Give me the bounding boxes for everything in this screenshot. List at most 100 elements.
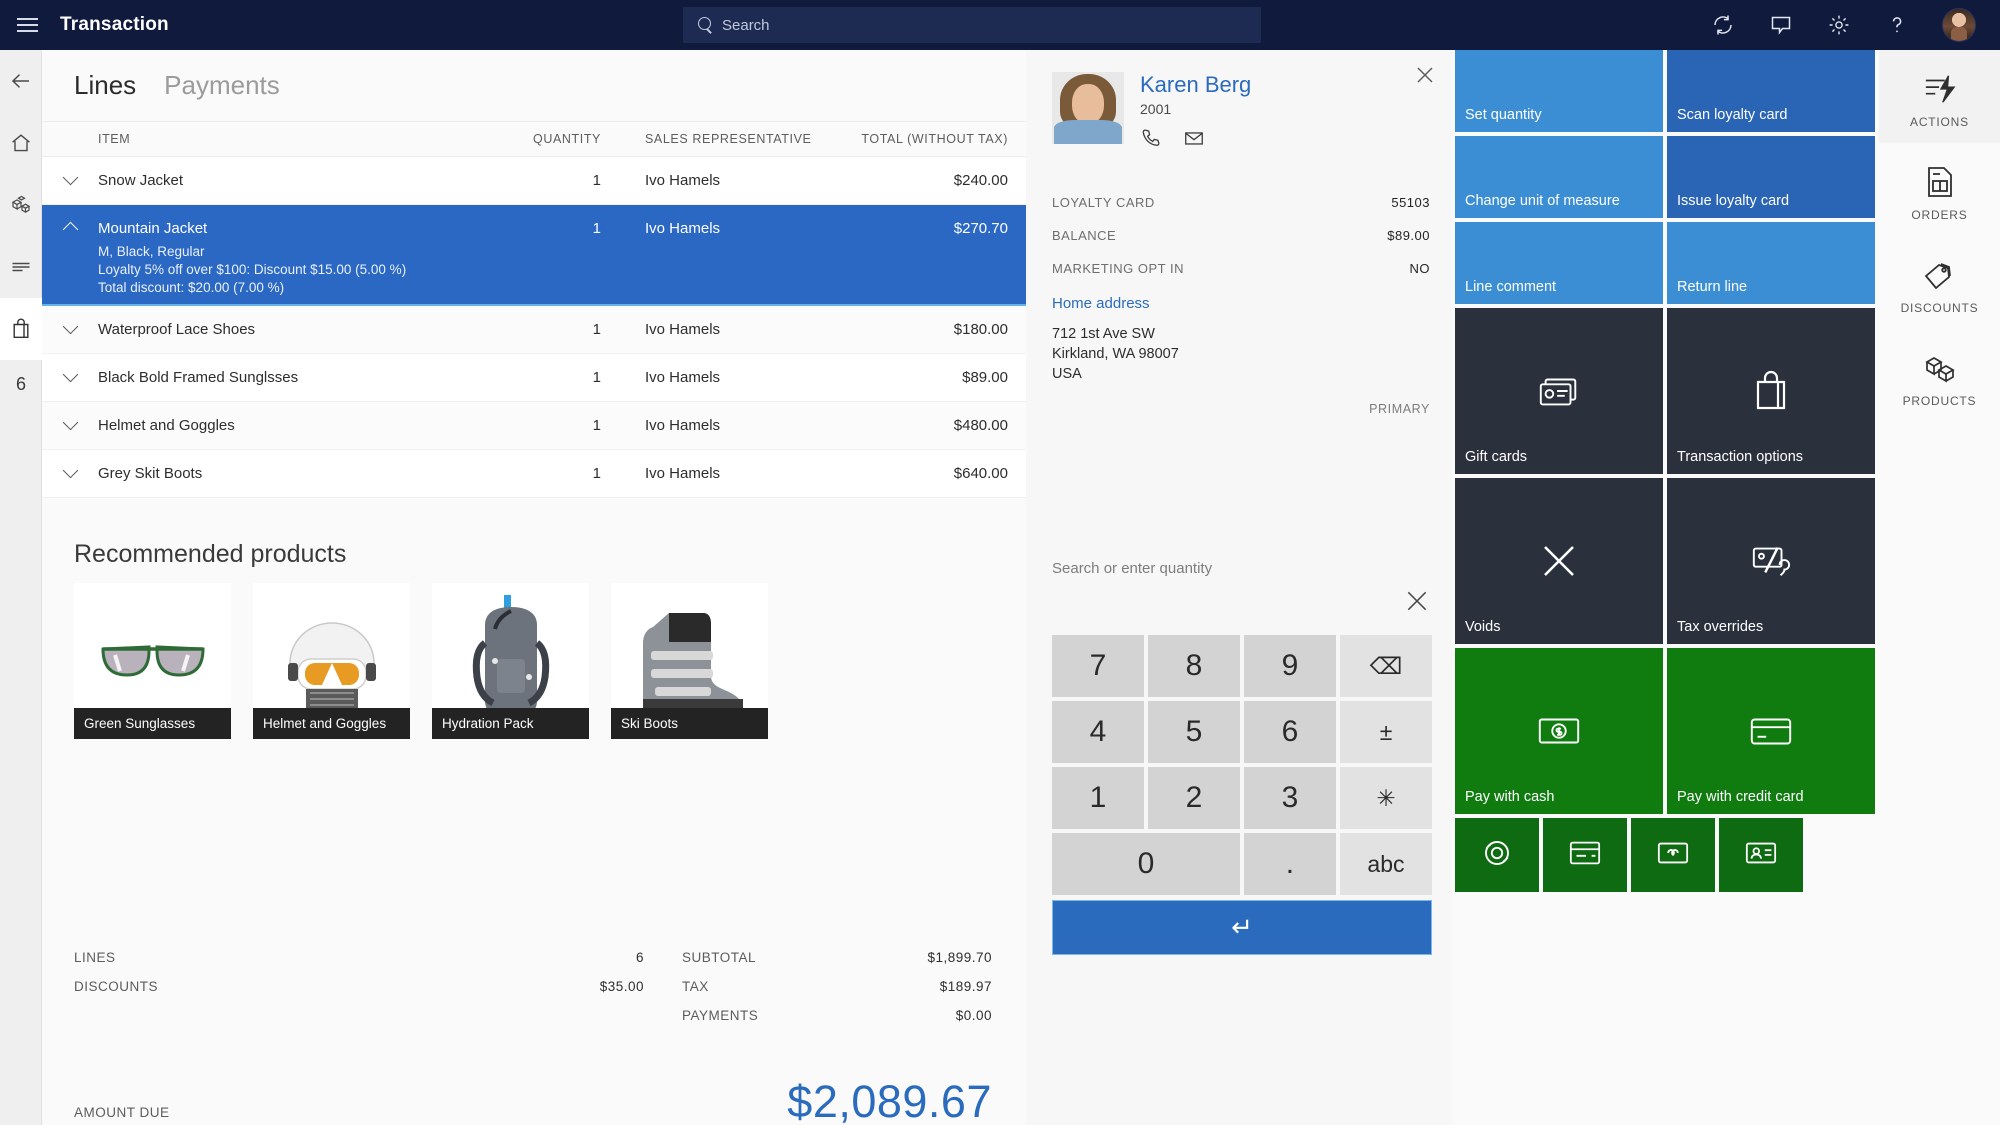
balance-row: BALANCE $89.00 bbox=[1026, 219, 1452, 252]
avatar[interactable] bbox=[1942, 8, 1976, 42]
rail-label: DISCOUNTS bbox=[1900, 301, 1979, 315]
asterisk-key[interactable]: ✳ bbox=[1340, 767, 1432, 829]
tile-transaction-options[interactable]: Transaction options bbox=[1667, 308, 1875, 474]
tile-issue-loyalty-card[interactable]: Issue loyalty card bbox=[1667, 136, 1875, 218]
cart-icon[interactable] bbox=[0, 298, 42, 360]
tile-set-quantity[interactable]: Set quantity bbox=[1455, 50, 1663, 132]
table-row[interactable]: Mountain Jacket M, Black, Regular Loyalt… bbox=[42, 205, 1026, 306]
expand-chevron-icon[interactable] bbox=[42, 402, 98, 431]
backspace-icon[interactable]: ⌫ bbox=[1340, 635, 1432, 697]
table-row[interactable]: Snow Jacket 1 Ivo Hamels $240.00 bbox=[42, 157, 1026, 205]
address-line-2: Kirkland, WA 98007 bbox=[1052, 346, 1179, 362]
table-row[interactable]: Helmet and Goggles 1 Ivo Hamels $480.00 bbox=[42, 402, 1026, 450]
key-6[interactable]: 6 bbox=[1244, 701, 1336, 763]
tab-payments[interactable]: Payments bbox=[164, 70, 280, 105]
discount-tag-icon bbox=[1879, 254, 2000, 296]
expand-chevron-icon[interactable] bbox=[42, 306, 98, 335]
plus-minus-key[interactable]: ± bbox=[1340, 701, 1432, 763]
key-9[interactable]: 9 bbox=[1244, 635, 1336, 697]
amount-due-row: AMOUNT DUE $2,089.67 bbox=[74, 1076, 992, 1125]
tile-line-comment[interactable]: Line comment bbox=[1455, 222, 1663, 304]
gear-icon[interactable] bbox=[1826, 12, 1852, 38]
payments-value: $0.00 bbox=[955, 1008, 992, 1023]
products-icon[interactable] bbox=[0, 174, 42, 236]
tile-return-line[interactable]: Return line bbox=[1667, 222, 1875, 304]
tile-coins[interactable] bbox=[1455, 818, 1539, 892]
key-7[interactable]: 7 bbox=[1052, 635, 1144, 697]
abc-key[interactable]: abc bbox=[1339, 833, 1432, 895]
key-0[interactable]: 0 bbox=[1052, 833, 1240, 895]
rail-item-products[interactable]: PRODUCTS bbox=[1879, 329, 2000, 422]
quantity-prompt: Search or enter quantity bbox=[1052, 560, 1213, 577]
payment-mini-tiles bbox=[1455, 818, 1875, 892]
home-address-link[interactable]: Home address bbox=[1026, 285, 1452, 312]
tile-gift-cards[interactable]: Gift cards bbox=[1455, 308, 1663, 474]
expand-chevron-icon[interactable] bbox=[42, 354, 98, 383]
address-primary-tag: PRIMARY bbox=[1369, 402, 1430, 416]
sync-icon[interactable] bbox=[1710, 12, 1736, 38]
tile-label: Line comment bbox=[1465, 279, 1557, 295]
key-8[interactable]: 8 bbox=[1148, 635, 1240, 697]
tile-pay-with-credit-card[interactable]: Pay with credit card bbox=[1667, 648, 1875, 814]
rail-item-orders[interactable]: ORDERS bbox=[1879, 143, 2000, 236]
marketing-value: NO bbox=[1409, 261, 1430, 276]
tile-gift-card-small[interactable] bbox=[1631, 818, 1715, 892]
hamburger-icon[interactable] bbox=[0, 18, 54, 32]
tile-label: Transaction options bbox=[1677, 449, 1804, 465]
envelope-icon[interactable] bbox=[1182, 127, 1206, 154]
home-icon[interactable] bbox=[0, 112, 42, 174]
line-detail-loyalty-discount: Loyalty 5% off over $100: Discount $15.0… bbox=[98, 262, 407, 277]
list-item[interactable]: Hydration Pack bbox=[432, 583, 589, 739]
tile-voids[interactable]: Voids bbox=[1455, 478, 1663, 644]
tile-check[interactable] bbox=[1543, 818, 1627, 892]
tile-scan-loyalty-card[interactable]: Scan loyalty card bbox=[1667, 50, 1875, 132]
lines-table-body: Snow Jacket 1 Ivo Hamels $240.00 Mountai… bbox=[42, 157, 1026, 498]
tile-pay-with-cash[interactable]: Pay with cash bbox=[1455, 648, 1663, 814]
balance-label: BALANCE bbox=[1052, 228, 1117, 243]
tab-lines[interactable]: Lines bbox=[74, 70, 136, 105]
list-item[interactable]: Helmet and Goggles bbox=[253, 583, 410, 739]
marketing-opt-in-row: MARKETING OPT IN NO bbox=[1026, 252, 1452, 285]
rail-label: ORDERS bbox=[1911, 208, 1968, 222]
line-quantity: 1 bbox=[592, 369, 601, 386]
tile-id-card[interactable] bbox=[1719, 818, 1803, 892]
table-row[interactable]: Grey Skit Boots 1 Ivo Hamels $640.00 bbox=[42, 450, 1026, 498]
table-row[interactable]: Waterproof Lace Shoes 1 Ivo Hamels $180.… bbox=[42, 306, 1026, 354]
phone-icon[interactable] bbox=[1140, 127, 1162, 154]
key-2[interactable]: 2 bbox=[1148, 767, 1240, 829]
clear-quantity-icon[interactable] bbox=[1404, 588, 1430, 619]
lines-icon[interactable] bbox=[0, 236, 42, 298]
expand-chevron-icon[interactable] bbox=[42, 450, 98, 479]
loyalty-card-value: 55103 bbox=[1391, 195, 1430, 210]
tile-tax-overrides[interactable]: Tax overrides bbox=[1667, 478, 1875, 644]
page-title: Transaction bbox=[60, 14, 169, 35]
totals-row-payments: PAYMENTS $0.00 bbox=[74, 1001, 992, 1030]
list-item[interactable]: Green Sunglasses bbox=[74, 583, 231, 739]
close-icon[interactable] bbox=[1414, 64, 1436, 91]
recommended-products-title: Recommended products bbox=[74, 540, 347, 568]
chat-icon[interactable] bbox=[1768, 12, 1794, 38]
key-decimal[interactable]: . bbox=[1243, 833, 1336, 895]
tile-label: Return line bbox=[1677, 279, 1748, 295]
line-item-name: Mountain Jacket bbox=[98, 220, 208, 237]
tile-change-unit-of-measure[interactable]: Change unit of measure bbox=[1455, 136, 1663, 218]
expand-chevron-icon[interactable] bbox=[42, 157, 98, 186]
list-item[interactable]: Ski Boots bbox=[611, 583, 768, 739]
amount-due-value: $2,089.67 bbox=[787, 1076, 992, 1125]
key-3[interactable]: 3 bbox=[1244, 767, 1336, 829]
column-item: ITEM bbox=[98, 132, 131, 146]
enter-key[interactable]: ↵ bbox=[1052, 900, 1432, 955]
rail-item-discounts[interactable]: DISCOUNTS bbox=[1879, 236, 2000, 329]
table-row[interactable]: Black Bold Framed Sunglsses 1 Ivo Hamels… bbox=[42, 354, 1026, 402]
search-input[interactable]: Search bbox=[683, 7, 1261, 43]
help-icon[interactable] bbox=[1884, 12, 1910, 38]
customer-name[interactable]: Karen Berg bbox=[1140, 72, 1251, 98]
rail-item-actions[interactable]: ACTIONS bbox=[1879, 50, 2000, 143]
line-total: $180.00 bbox=[953, 321, 1008, 338]
collapse-chevron-icon[interactable] bbox=[42, 205, 98, 238]
key-1[interactable]: 1 bbox=[1052, 767, 1144, 829]
key-4[interactable]: 4 bbox=[1052, 701, 1144, 763]
key-5[interactable]: 5 bbox=[1148, 701, 1240, 763]
actions-lightning-icon bbox=[1879, 68, 2000, 110]
back-icon[interactable] bbox=[0, 50, 42, 112]
